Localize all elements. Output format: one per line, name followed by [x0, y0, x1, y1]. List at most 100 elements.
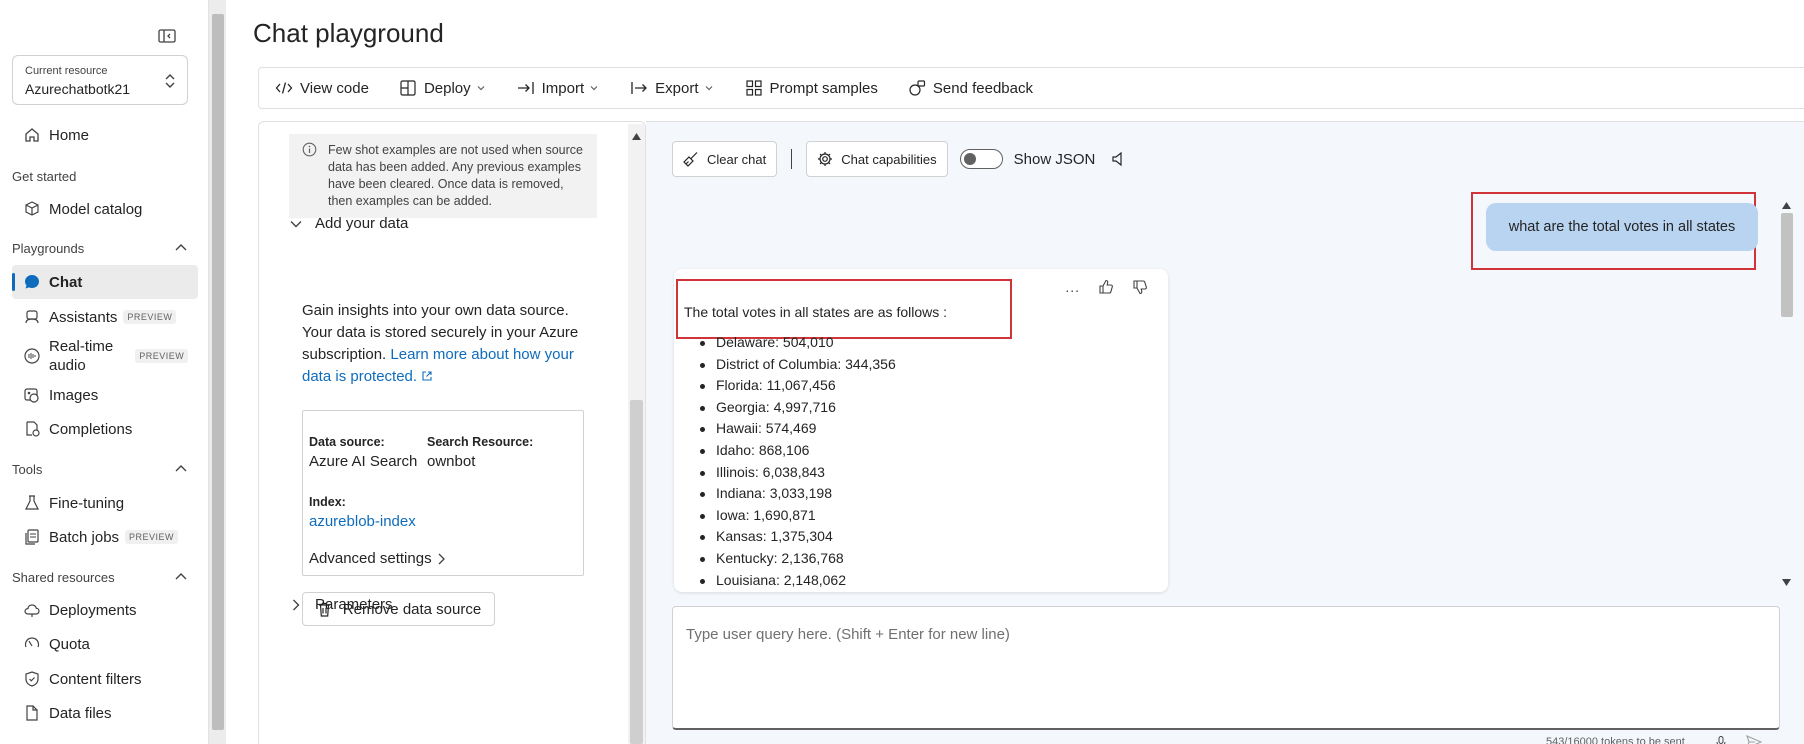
sidebar-item-model-catalog[interactable]: Model catalog — [12, 192, 198, 226]
list-item: District of Columbia: 344,356 — [700, 354, 896, 376]
view-code-button[interactable]: View code — [275, 73, 369, 103]
sidebar-scrollbar-thumb[interactable] — [212, 14, 224, 730]
more-actions-button[interactable]: ... — [1065, 279, 1080, 295]
thumbs-down-icon[interactable] — [1132, 279, 1148, 295]
section-shared-resources[interactable]: Shared resources — [12, 567, 188, 587]
label-line-2: audio — [49, 357, 86, 374]
gear-icon — [818, 152, 833, 166]
add-your-data-expander[interactable]: Add your data — [289, 215, 408, 232]
sidebar-item-chat[interactable]: Chat — [12, 265, 198, 299]
send-feedback-label: Send feedback — [932, 79, 1033, 97]
sidebar-item-label: Completions — [49, 420, 133, 438]
export-icon — [631, 82, 648, 94]
user-message: what are the total votes in all states — [1486, 203, 1758, 251]
chat-area: Clear chat Chat capabilities Show JSON w… — [646, 121, 1804, 744]
microphone-icon[interactable] — [1716, 736, 1726, 744]
deploy-button[interactable]: Deploy — [399, 73, 487, 103]
thumbs-up-icon[interactable] — [1098, 279, 1114, 295]
fewshot-notice: Few shot examples are not used when sour… — [289, 134, 597, 218]
sidebar-item-label: Data files — [49, 704, 112, 722]
sidebar-item-deployments[interactable]: Deployments — [12, 593, 198, 627]
advanced-settings-label: Advanced settings — [309, 550, 432, 567]
list-item: Hawaii: 574,469 — [700, 418, 896, 440]
list-item: Florida: 11,067,456 — [700, 375, 896, 397]
sidebar-item-images[interactable]: Images — [12, 378, 198, 412]
resource-name: Azurechatbotk21 — [25, 81, 131, 97]
show-json-label: Show JSON — [1013, 150, 1096, 168]
message-actions: ... — [1065, 279, 1148, 295]
advanced-settings-link[interactable]: Advanced settings — [309, 550, 447, 567]
search-resource-label: Search Resource: — [427, 435, 534, 449]
export-button[interactable]: Export — [630, 73, 714, 103]
feedback-icon — [909, 80, 925, 96]
batch-icon — [25, 529, 39, 545]
deploy-icon — [400, 80, 416, 96]
chevron-down-icon — [290, 220, 302, 227]
sidebar-item-data-files[interactable]: Data files — [12, 696, 198, 730]
sidebar-item-quota[interactable]: Quota — [12, 627, 198, 661]
import-button[interactable]: Import — [517, 73, 601, 103]
chevron-up-icon — [175, 573, 187, 580]
clear-chat-label: Clear chat — [707, 151, 767, 167]
index-link[interactable]: azureblob-index — [309, 513, 416, 530]
resource-caption: Current resource — [25, 65, 108, 77]
assistant-icon — [25, 310, 39, 324]
toolbar-divider — [791, 149, 793, 169]
preview-badge: PREVIEW — [135, 349, 189, 363]
show-json-toggle[interactable] — [959, 149, 1003, 169]
speaker-icon[interactable] — [1111, 151, 1127, 167]
chat-toolbar: Clear chat Chat capabilities Show JSON — [672, 141, 1127, 177]
collapse-sidebar-icon[interactable] — [157, 26, 177, 46]
resource-selector[interactable]: Current resource Azurechatbotk21 — [12, 55, 188, 105]
sidebar-item-completions[interactable]: Completions — [12, 412, 198, 446]
setup-scrollbar-thumb[interactable] — [630, 400, 643, 744]
home-icon — [25, 128, 39, 142]
flask-icon — [25, 495, 39, 510]
chat-capabilities-label: Chat capabilities — [841, 151, 937, 167]
sidebar-item-content-filters[interactable]: Content filters — [12, 662, 198, 696]
cloud-icon — [24, 604, 40, 617]
parameters-label: Parameters — [315, 596, 393, 613]
gauge-icon — [24, 637, 40, 648]
user-query-input[interactable] — [686, 619, 1766, 649]
prompt-samples-button[interactable]: Prompt samples — [745, 73, 878, 103]
sidebar-item-realtime-audio[interactable]: Real-time audio PREVIEW — [12, 335, 198, 377]
send-feedback-button[interactable]: Send feedback — [908, 73, 1033, 103]
sidebar-item-fine-tuning[interactable]: Fine-tuning — [12, 486, 198, 520]
sidebar-item-home[interactable]: Home — [12, 118, 198, 152]
sidebar-scrollbar[interactable] — [208, 0, 226, 744]
list-item: Louisiana: 2,148,062 — [700, 570, 896, 592]
sidebar-item-batch-jobs[interactable]: Batch jobs PREVIEW — [12, 520, 198, 554]
section-playgrounds[interactable]: Playgrounds — [12, 238, 188, 258]
query-box[interactable] — [672, 606, 1780, 730]
chevron-up-down-icon — [165, 74, 175, 88]
send-icon[interactable] — [1746, 735, 1762, 744]
label-line-1: Real-time — [49, 338, 114, 355]
sidebar-item-assistants[interactable]: Assistants PREVIEW — [12, 300, 198, 334]
import-icon — [517, 82, 534, 94]
audio-icon — [24, 348, 40, 364]
assistant-message: ... The total votes in all states are as… — [674, 269, 1168, 592]
images-icon — [24, 388, 39, 403]
chevron-down-icon — [705, 86, 712, 91]
search-resource-value: ownbot — [427, 453, 476, 470]
section-tools[interactable]: Tools — [12, 459, 188, 479]
index-label: Index: — [309, 495, 346, 509]
section-label: Tools — [12, 461, 43, 477]
data-description: Gain insights into your own data source.… — [302, 300, 592, 388]
scroll-up-arrow-icon[interactable] — [1782, 201, 1791, 209]
scroll-down-arrow-icon[interactable] — [1782, 579, 1791, 587]
setup-scrollbar[interactable] — [628, 124, 645, 744]
scroll-up-arrow-icon[interactable] — [632, 132, 641, 140]
chat-scrollbar-thumb[interactable] — [1781, 213, 1793, 317]
token-count: 543/16000 tokens to be sent — [1546, 736, 1685, 744]
sidebar-item-label: Batch jobs — [49, 528, 120, 546]
grid-icon — [745, 80, 762, 96]
clear-chat-button[interactable]: Clear chat — [672, 141, 778, 177]
chat-capabilities-button[interactable]: Chat capabilities — [806, 141, 948, 177]
chat-scrollbar[interactable] — [1778, 197, 1795, 592]
parameters-expander[interactable]: Parameters — [289, 596, 393, 613]
sidebar-item-label: Deployments — [49, 601, 137, 619]
sidebar-item-label: Assistants — [49, 308, 118, 326]
section-label: Playgrounds — [12, 240, 85, 256]
